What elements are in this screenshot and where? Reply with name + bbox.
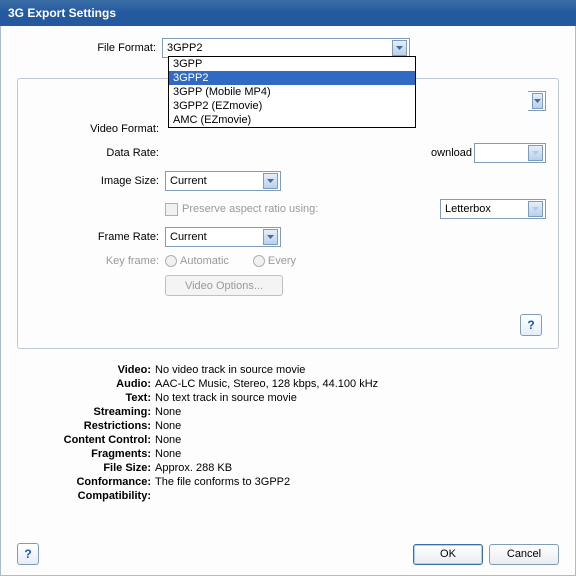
window-titlebar: 3G Export Settings	[0, 0, 576, 26]
key-frame-auto-label: Automatic	[180, 255, 229, 267]
frame-rate-select[interactable]: Current	[165, 227, 281, 247]
chevron-down-icon[interactable]	[528, 201, 543, 217]
chevron-down-icon[interactable]	[392, 40, 407, 56]
file-format-select[interactable]: 3GPP2	[162, 38, 410, 58]
chevron-down-icon[interactable]	[263, 229, 278, 245]
summary-row: Conformance:The file conforms to 3GPP2	[25, 475, 559, 489]
file-format-dropdown-list[interactable]: 3GPP 3GPP2 3GPP (Mobile MP4) 3GPP2 (EZmo…	[168, 56, 416, 128]
summary-row: Content Control:None	[25, 433, 559, 447]
preserve-aspect-label: Preserve aspect ratio using:	[182, 203, 318, 215]
summary-row: Streaming:None	[25, 405, 559, 419]
summary-row: Restrictions:None	[25, 419, 559, 433]
data-rate-extra: ownload	[431, 147, 472, 159]
summary-row: Text:No text track in source movie	[25, 391, 559, 405]
chevron-down-icon[interactable]	[532, 93, 543, 109]
key-frame-label: Key frame:	[20, 255, 165, 267]
client-area: File Format: 3GPP2 3GPP 3GPP2 3GPP (Mobi…	[0, 26, 576, 576]
dialog-footer: ? OK Cancel	[17, 543, 559, 565]
chevron-down-icon[interactable]	[263, 173, 278, 189]
video-format-label: Video Format:	[20, 123, 165, 135]
summary-row: Audio:AAC-LC Music, Stereo, 128 kbps, 44…	[25, 377, 559, 391]
key-frame-every-radio	[253, 255, 265, 267]
data-rate-select[interactable]	[474, 143, 546, 163]
file-format-option[interactable]: 3GPP (Mobile MP4)	[169, 85, 415, 99]
summary-row: File Size:Approx. 288 KB	[25, 461, 559, 475]
file-format-row: File Format: 3GPP2	[17, 38, 559, 58]
data-rate-label: Data Rate:	[20, 147, 165, 159]
preserve-aspect-checkbox	[165, 203, 178, 216]
window-title: 3G Export Settings	[8, 6, 116, 20]
file-format-value: 3GPP2	[167, 42, 202, 54]
image-size-select[interactable]: Current	[165, 171, 281, 191]
help-button[interactable]: ?	[520, 314, 542, 336]
chevron-down-icon[interactable]	[528, 145, 543, 161]
cancel-button[interactable]: Cancel	[489, 544, 559, 565]
summary-row: Video:No video track in source movie	[25, 363, 559, 377]
summary-block: Video:No video track in source movie Aud…	[17, 363, 559, 503]
key-frame-every-label: Every	[268, 255, 296, 267]
file-format-option[interactable]: 3GPP2 (EZmovie)	[169, 99, 415, 113]
summary-row: Fragments:None	[25, 447, 559, 461]
help-button[interactable]: ?	[17, 543, 39, 565]
file-format-option[interactable]: AMC (EZmovie)	[169, 113, 415, 127]
frame-rate-label: Frame Rate:	[20, 231, 165, 243]
tabs-arrow[interactable]	[528, 91, 546, 111]
summary-row: Compatibility:	[25, 489, 559, 503]
ok-button[interactable]: OK	[413, 544, 483, 565]
file-format-option[interactable]: 3GPP2	[169, 71, 415, 85]
file-format-option[interactable]: 3GPP	[169, 57, 415, 71]
image-size-label: Image Size:	[20, 175, 165, 187]
letterbox-select[interactable]: Letterbox	[440, 199, 546, 219]
file-format-label: File Format:	[17, 42, 162, 54]
key-frame-auto-radio	[165, 255, 177, 267]
video-options-button: Video Options...	[165, 275, 283, 296]
